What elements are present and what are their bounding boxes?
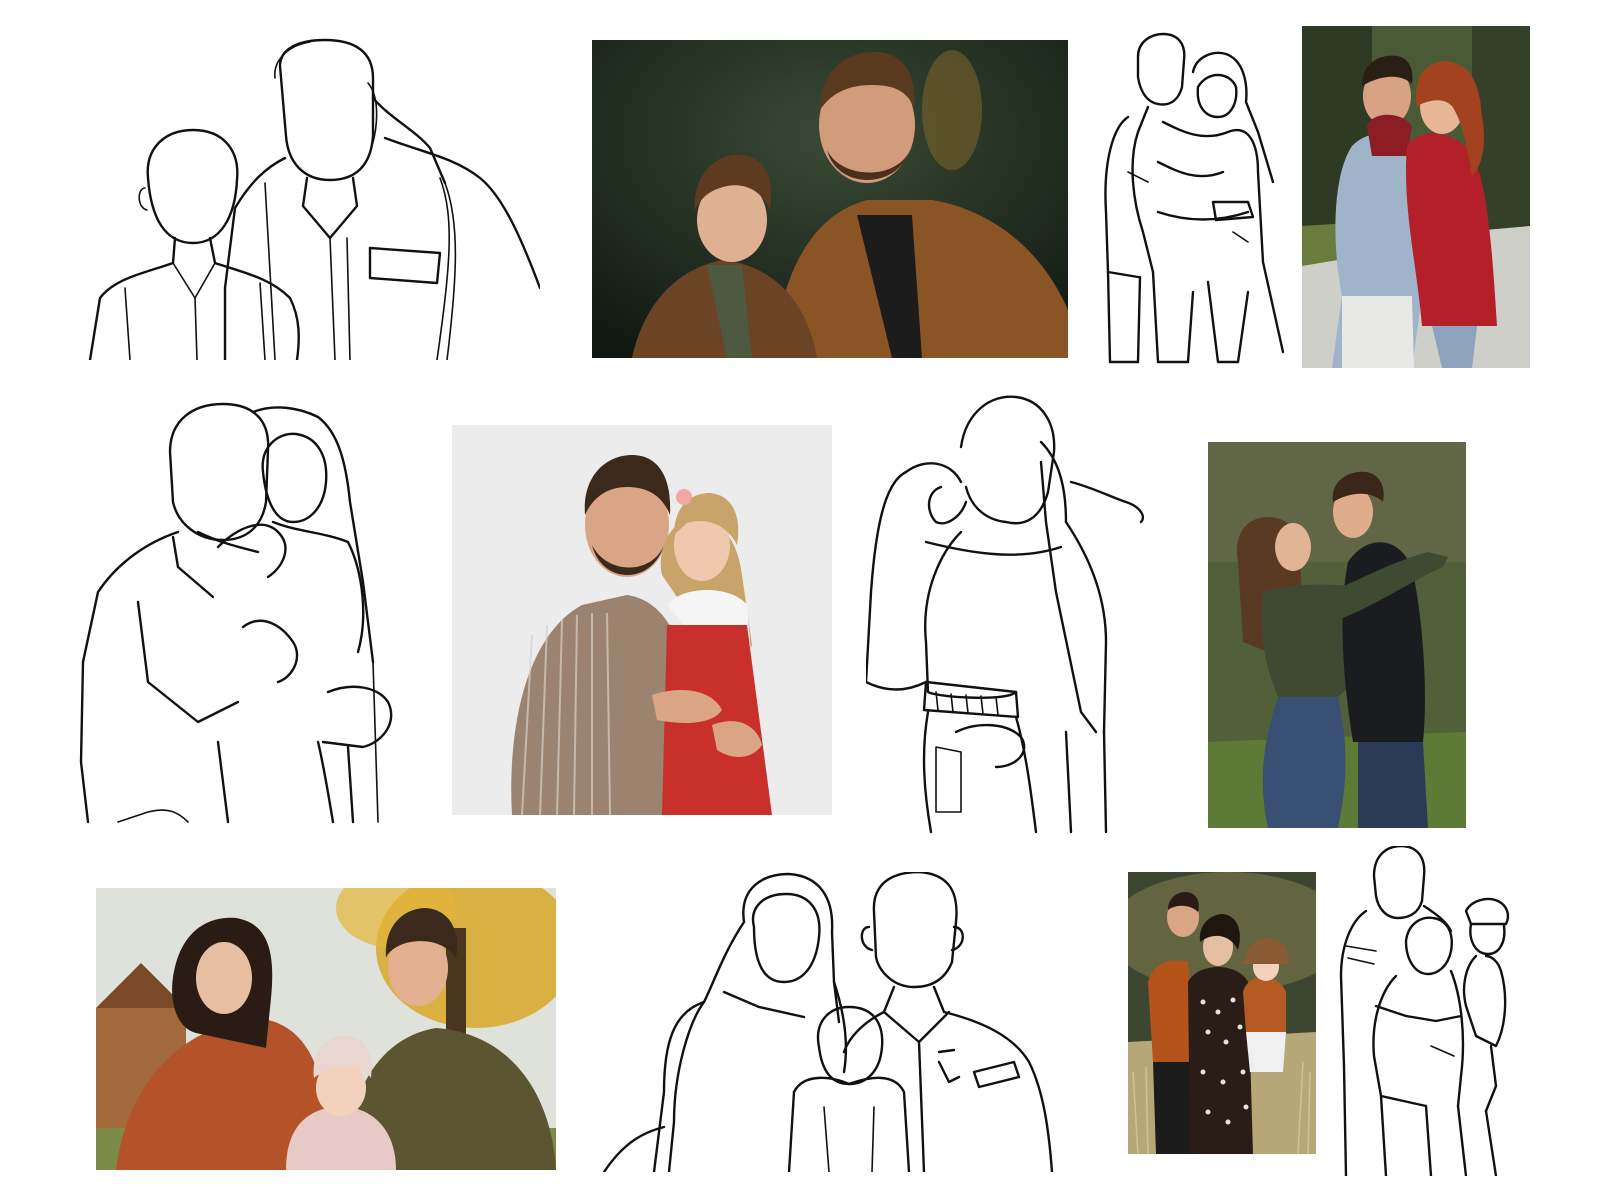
line-drawing-family-toddler[interactable] <box>594 872 1074 1172</box>
photo-icon <box>1302 26 1530 368</box>
line-drawing-couple-hug[interactable] <box>1098 32 1284 366</box>
photo-icon <box>1208 442 1466 828</box>
photo-icon <box>592 40 1068 358</box>
photo-icon <box>1128 872 1316 1154</box>
line-art-icon <box>1339 846 1510 1176</box>
line-art-icon <box>866 395 1145 834</box>
line-art-icon <box>1104 32 1284 364</box>
photo-couple-hug[interactable] <box>1302 26 1530 368</box>
photo-icon <box>96 888 556 1170</box>
photo-couple-kiss[interactable] <box>1208 442 1466 828</box>
line-art-icon <box>602 872 1054 1172</box>
line-drawing-couple-kiss[interactable] <box>866 392 1146 836</box>
line-drawing-father-son[interactable] <box>85 38 540 360</box>
line-art-icon <box>79 402 393 824</box>
photo-family-baby[interactable] <box>1128 872 1316 1154</box>
photo-family-toddler[interactable] <box>96 888 556 1170</box>
photo-father-daughter[interactable] <box>452 425 832 815</box>
photo-icon <box>452 425 832 815</box>
line-drawing-family-baby[interactable] <box>1336 846 1526 1176</box>
photo-father-son[interactable] <box>592 40 1068 358</box>
line-art-icon <box>88 38 540 360</box>
line-drawing-father-daughter[interactable] <box>78 402 404 824</box>
